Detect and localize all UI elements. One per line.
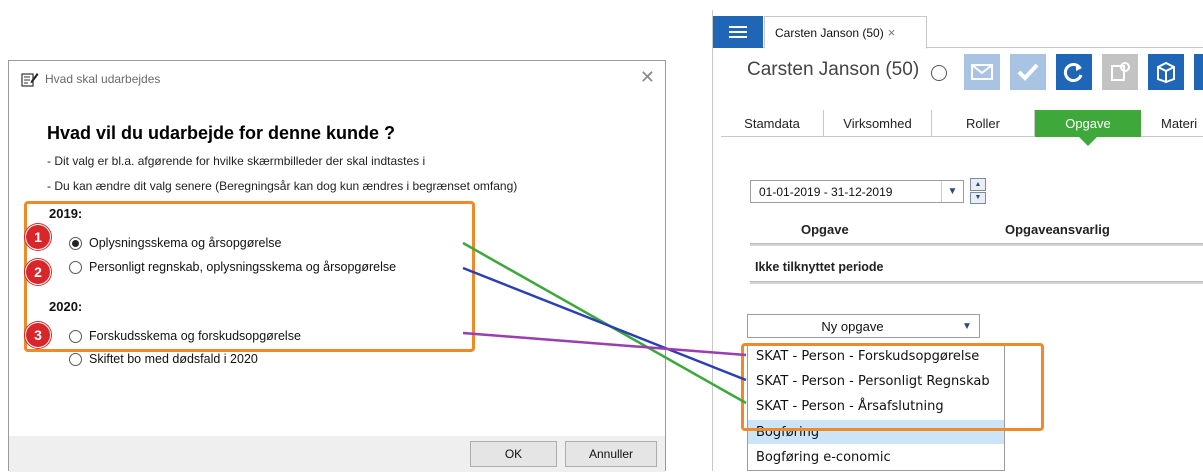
customer-window: Carsten Janson (50) × Carsten Janson (50… [712, 10, 1203, 471]
option-skiftet-bo[interactable]: Skiftet bo med dødsfald i 2020 [69, 352, 258, 366]
period-stepper[interactable]: ▲ ▼ [970, 178, 986, 204]
radio-button[interactable] [69, 236, 82, 250]
document-tab[interactable]: Carsten Janson (50) × [764, 16, 927, 49]
info-line-1: - Dit valg er bl.a. afgørende for hvilke… [47, 154, 426, 168]
dialog-heading: Hvad vil du udarbejde for denne kunde ? [47, 123, 396, 143]
year-2020-label: 2020: [49, 299, 83, 314]
option-label: Oplysningsskema og årsopgørelse [89, 236, 282, 250]
new-task-label: Ny opgave [821, 318, 884, 334]
column-header-opgaveansvarlig[interactable]: Opgaveansvarlig [1005, 222, 1110, 237]
period-value: 01-01-2019 - 31-12-2019 [759, 184, 893, 199]
settings-document-icon[interactable] [1102, 54, 1138, 90]
group-divider [750, 281, 1203, 284]
radio-button[interactable] [69, 329, 82, 343]
archive-icon[interactable] [1148, 54, 1184, 90]
edit-document-icon [21, 73, 39, 87]
info-line-2: - Du kan ændre dit valg senere (Beregnin… [47, 179, 518, 193]
dialog-title: Hvad skal udarbejdes [45, 72, 161, 86]
step-badge-3: 3 [25, 322, 51, 348]
cancel-button[interactable]: Annuller [565, 441, 657, 467]
chevron-down-icon[interactable]: ▼ [941, 181, 963, 202]
group-row-unassigned[interactable]: Ikke tilknyttet periode [755, 260, 884, 274]
new-task-select[interactable]: Ny opgave ▼ [747, 314, 980, 338]
tab-virksomhed[interactable]: Virksomhed [824, 110, 932, 137]
menu-icon[interactable] [713, 16, 763, 48]
dialog-footer: OK Annuller [9, 436, 665, 472]
customer-name: Carsten Janson (50) [747, 59, 920, 80]
task-dialog: Hvad skal udarbejdes ✕ Hvad vil du udarb… [8, 60, 666, 472]
customer-status-radio[interactable] [931, 65, 947, 81]
header-divider [750, 243, 1203, 246]
document-tabstrip: Carsten Janson (50) × [713, 16, 1203, 49]
dialog-titlebar: Hvad skal udarbejdes ✕ [9, 61, 665, 95]
ok-button[interactable]: OK [470, 441, 557, 467]
arrow-down-icon[interactable]: ▼ [970, 191, 986, 204]
document-tab-label: Carsten Janson (50) [775, 25, 884, 40]
period-select[interactable]: 01-01-2019 - 31-12-2019 ▼ [750, 180, 964, 203]
year-2019-label: 2019: [49, 206, 83, 221]
tab-roller[interactable]: Roller [932, 110, 1035, 137]
option-label: Personligt regnskab, oplysningsskema og … [89, 260, 397, 274]
step-badge-1: 1 [25, 224, 51, 250]
option-forskudsskema[interactable]: Forskudsskema og forskudsopgørelse [69, 329, 301, 343]
mail-icon[interactable] [964, 54, 1000, 90]
close-icon[interactable]: ✕ [640, 67, 655, 88]
chevron-down-icon[interactable]: ▼ [955, 315, 979, 337]
dropdown-highlight-box [741, 343, 1044, 431]
option-oplysningsskema[interactable]: Oplysningsskema og årsopgørelse [69, 236, 281, 250]
checkmark-icon[interactable] [1010, 54, 1046, 90]
arrow-up-icon[interactable]: ▲ [970, 178, 986, 191]
refresh-icon[interactable] [1056, 54, 1092, 90]
radio-button[interactable] [69, 352, 82, 366]
option-personligt-regnskab[interactable]: Personligt regnskab, oplysningsskema og … [69, 260, 396, 274]
section-tabs: Stamdata Virksomhed Roller Opgave Materi [721, 110, 1203, 146]
radio-button[interactable] [69, 260, 82, 274]
option-label: Forskudsskema og forskudsopgørelse [89, 329, 301, 343]
tab-opgave[interactable]: Opgave [1035, 110, 1141, 146]
dropdown-item-bogforing-economic[interactable]: Bogføring e-conomic [748, 445, 1004, 469]
option-label: Skiftet bo med dødsfald i 2020 [89, 352, 258, 366]
close-tab-icon[interactable]: × [888, 25, 896, 40]
step-badge-2: 2 [25, 259, 51, 285]
more-toolbar-icon[interactable] [1194, 54, 1203, 90]
tab-materiale[interactable]: Materi [1141, 110, 1203, 137]
tab-stamdata[interactable]: Stamdata [721, 110, 824, 137]
column-header-opgave[interactable]: Opgave [801, 222, 849, 237]
